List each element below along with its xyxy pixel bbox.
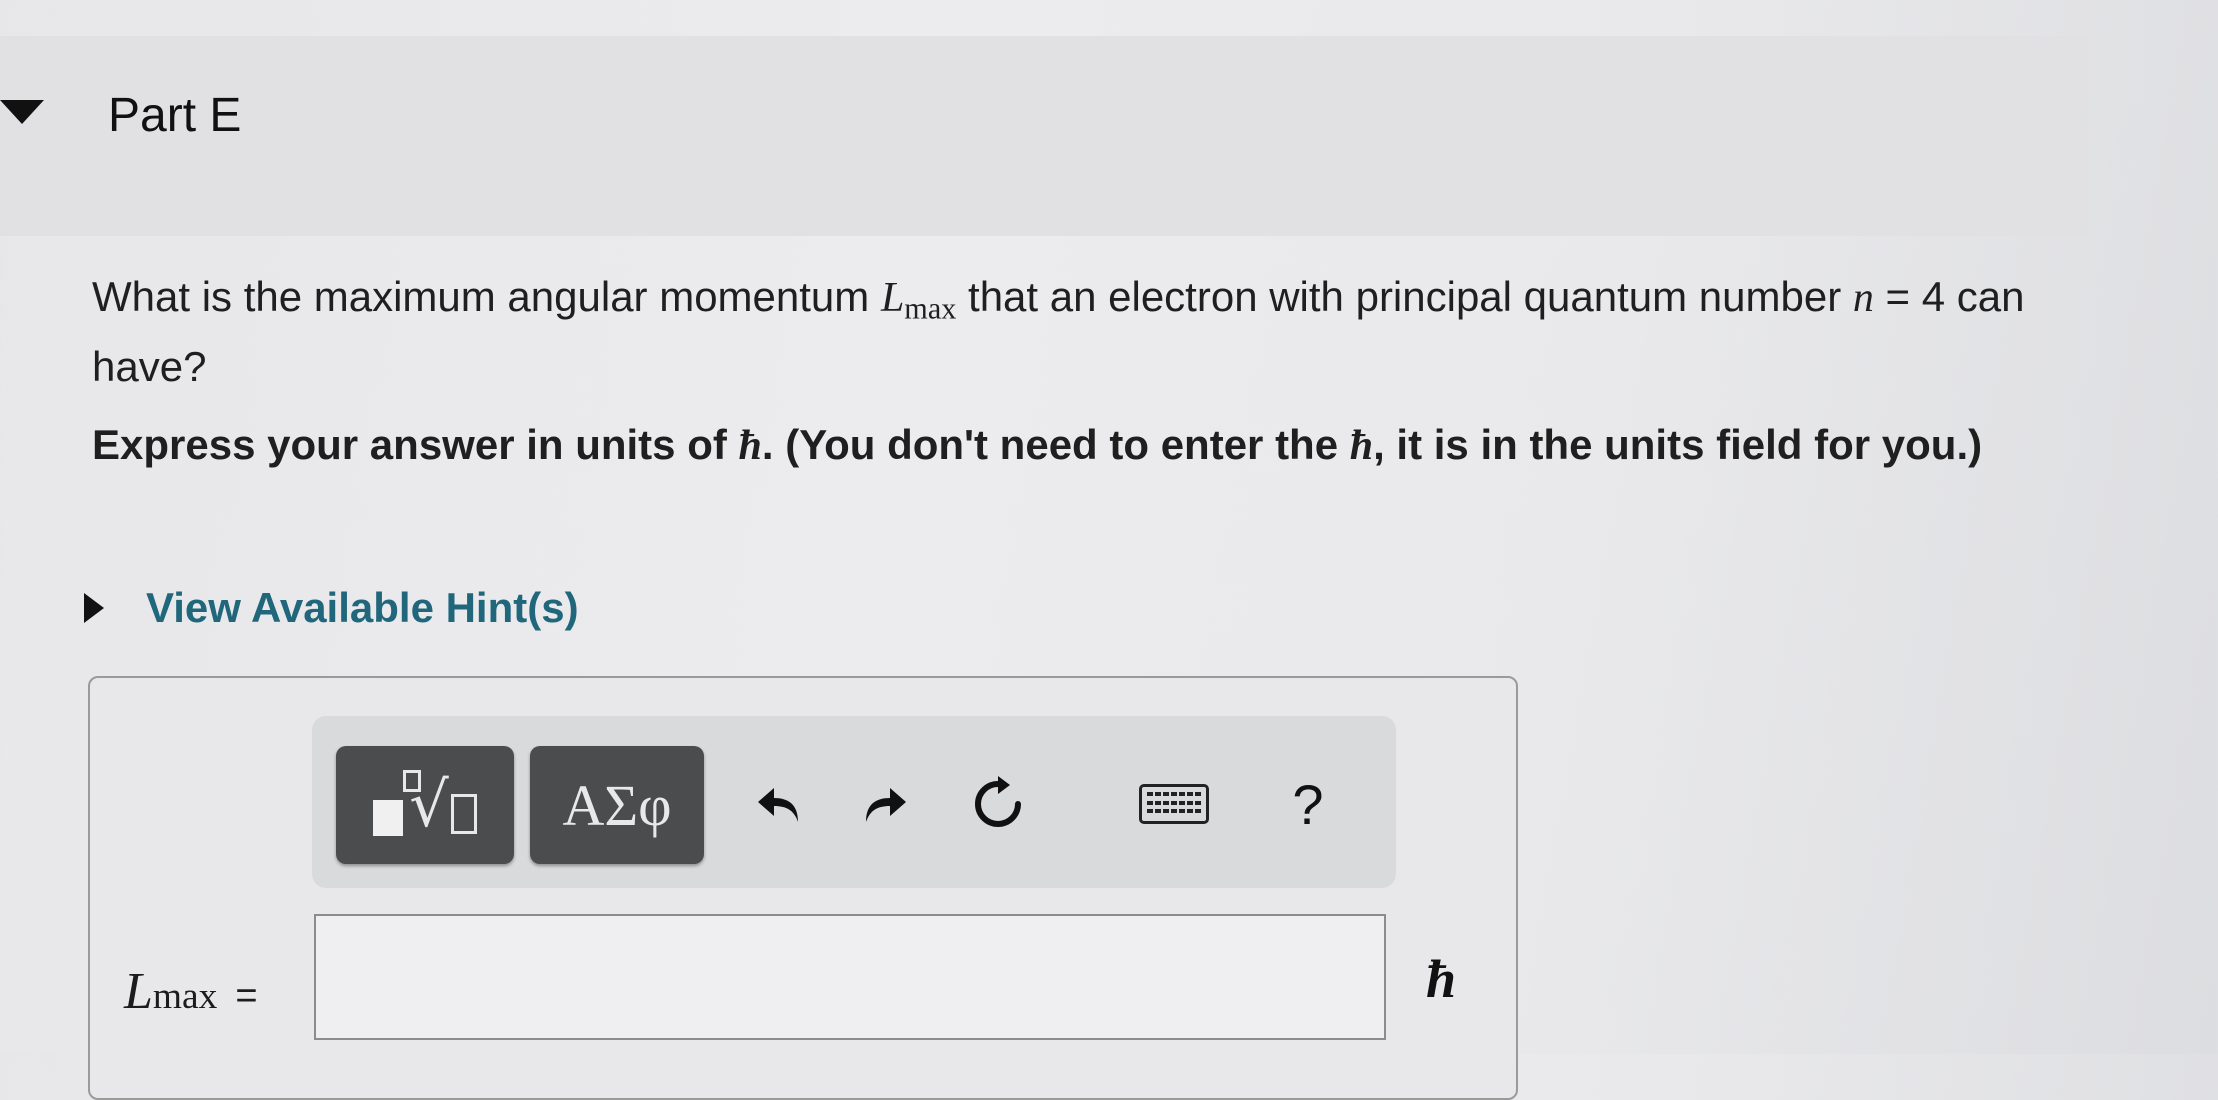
help-button[interactable]: ? <box>1268 756 1348 852</box>
view-hints-link[interactable]: View Available Hint(s) <box>146 584 579 632</box>
templates-button[interactable]: √ <box>336 746 514 864</box>
hbar-symbol: ħ <box>738 423 762 469</box>
undo-icon[interactable] <box>740 756 820 852</box>
answer-label: Lmax = <box>124 963 258 1020</box>
keyboard-icon[interactable] <box>1124 756 1224 852</box>
reset-icon[interactable] <box>958 756 1038 852</box>
radicand-box-icon <box>450 794 477 834</box>
question-variable-n: n <box>1852 275 1874 321</box>
symbols-button[interactable]: ΑΣφ <box>530 746 704 864</box>
question-text-before: What is the maximum angular momentum <box>92 273 881 320</box>
question-text: What is the maximum angular momentum Lma… <box>92 268 2132 396</box>
question-text-middle: that an electron with principal quantum … <box>956 273 1853 320</box>
answer-input[interactable] <box>314 914 1386 1040</box>
units-label: ħ <box>1426 949 1457 1009</box>
collapse-triangle-icon[interactable] <box>0 100 44 124</box>
templates-icon <box>373 800 404 836</box>
answer-instruction: Express your answer in units of ħ. (You … <box>92 421 1983 469</box>
question-variable-lmax: Lmax <box>880 275 957 326</box>
expand-triangle-icon <box>84 593 104 623</box>
hbar-symbol: ħ <box>1349 423 1374 469</box>
view-hints-toggle[interactable]: View Available Hint(s) <box>84 584 579 632</box>
part-header <box>0 36 2088 236</box>
redo-icon[interactable] <box>844 756 924 852</box>
part-title: Part E <box>108 89 242 142</box>
sqrt-icon: √ <box>403 770 449 836</box>
math-toolbar: √ ΑΣφ ? <box>312 716 1396 888</box>
